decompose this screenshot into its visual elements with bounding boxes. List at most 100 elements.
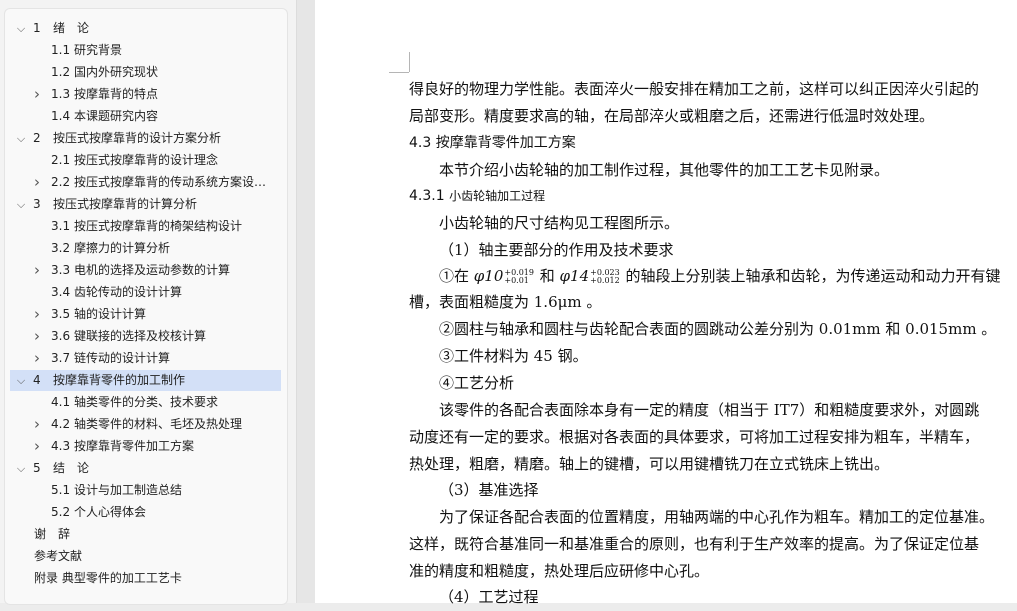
outline-item[interactable]: ⌵ 3 按压式按摩靠背的计算分析 [10, 194, 281, 215]
outline-item[interactable]: 3.1 按压式按摩靠背的椅架结构设计 [10, 216, 281, 237]
paragraph-line: 这样，既符合基准同一和基准重合的原则，也有利于生产效率的提高。为了保证定位基 [409, 535, 980, 553]
paragraph-line: （4）工艺过程 [439, 588, 539, 606]
crop-mark-horizontal [389, 72, 409, 73]
subsection-number: 4.3.1 [409, 188, 450, 204]
paragraph-line: 槽，表面粗糙度为 1.6μm 。 [409, 293, 602, 311]
chevron-right-icon[interactable]: › [30, 436, 44, 457]
paragraph-line: ③工件材料为 45 钢。 [439, 347, 588, 365]
outline-item-number: 1.2 [51, 65, 71, 79]
outline-item-title: 设计与加工制造总结 [74, 483, 183, 497]
outline-item-number: 1 [33, 21, 41, 35]
chevron-down-icon[interactable]: ⌵ [14, 370, 28, 391]
navigation-pane: ⌵ 1 绪 论 1.1 研究背景 1.2 国内外研究现状 › 1.3 按摩靠背的特点 1.4 本课题研… [0, 0, 296, 605]
paragraph-line: 该零件的各配合表面除本身有一定的精度（相当于 IT7）和粗糙度要求外，对圆跳 [439, 401, 980, 419]
outline-item-number: 4.3 [51, 439, 71, 453]
outline-item-number: 2 [33, 131, 41, 145]
chevron-down-icon[interactable]: ⌵ [14, 128, 28, 149]
symbol-phi14: φ14 [559, 267, 590, 285]
chevron-right-icon[interactable]: › [30, 172, 44, 193]
outline-item-title: 国内外研究现状 [74, 65, 159, 79]
document-page: 得良好的物理力学性能。表面淬火一般安排在精加工之前，这样可以纠正因淬火引起的 局… [315, 0, 1017, 606]
outline-item-number: 3.4 [51, 285, 71, 299]
outline-item[interactable]: › 3.5 轴的设计计算 [10, 304, 281, 325]
subsection-title: 小齿轮轴加工过程 [449, 189, 546, 203]
paragraph-line: 热处理，粗磨，精磨。轴上的键槽，可以用键槽铣刀在立式铣床上铣出。 [409, 455, 890, 473]
outline-item-number: 3.2 [51, 241, 71, 255]
outline-item[interactable]: ⌵ 4 按摩靠背零件的加工制作 [10, 370, 281, 391]
outline-item[interactable]: 谢 辞 [10, 524, 281, 545]
chevron-right-icon[interactable]: › [30, 304, 44, 325]
outline-item[interactable]: ⌵ 1 绪 论 [10, 18, 281, 39]
tolerance-lower: +0.01 [504, 276, 529, 285]
outline-item[interactable]: ⌵ 2 按压式按摩靠背的设计方案分析 [10, 128, 281, 149]
outline-item[interactable]: 5.1 设计与加工制造总结 [10, 480, 281, 501]
subsection-heading-4-3-1: 4.3.1 小齿轮轴加工过程 [409, 183, 545, 210]
paragraph-line: （3）基准选择 [439, 481, 539, 499]
tolerance-lower: +0.012 [590, 276, 620, 285]
outline-item-title: 轴的设计计算 [74, 307, 147, 321]
outline-item[interactable]: ⌵ 5 结 论 [10, 458, 281, 479]
outline-item-number: 1.3 [51, 87, 71, 101]
text-run: ①在 [439, 267, 474, 285]
outline-item[interactable]: › 4.3 按摩靠背零件加工方案 [10, 436, 281, 457]
outline-item-title: 键联接的选择及校核计算 [74, 329, 207, 343]
outline-item-number: 2.1 [51, 153, 71, 167]
outline-item[interactable]: › 1.3 按摩靠背的特点 [10, 84, 281, 105]
outline-item[interactable]: 3.2 摩擦力的计算分析 [10, 238, 281, 259]
outline-item[interactable]: › 3.6 键联接的选择及校核计算 [10, 326, 281, 347]
outline-item-number: 5.2 [51, 505, 71, 519]
chevron-down-icon[interactable]: ⌵ [14, 458, 28, 479]
outline-item[interactable]: › 3.7 链传动的设计计算 [10, 348, 281, 369]
outline-item[interactable]: › 4.2 轴类零件的材料、毛坯及热处理 [10, 414, 281, 435]
outline-item-title: 齿轮传动的设计计算 [74, 285, 183, 299]
paragraph-line: ④工艺分析 [439, 374, 515, 392]
pane-splitter[interactable] [296, 0, 315, 603]
chevron-down-icon[interactable]: ⌵ [14, 194, 28, 215]
outline-item-number: 3.5 [51, 307, 71, 321]
outline-item-title: 按压式按摩靠背的传动系统方案设… [74, 175, 267, 189]
outline-item[interactable]: 附录 典型零件的加工工艺卡 [10, 568, 281, 589]
outline-item[interactable]: 参考文献 [10, 546, 281, 567]
paragraph-line: 得良好的物理力学性能。表面淬火一般安排在精加工之前，这样可以纠正因淬火引起的 [409, 80, 980, 98]
outline-item-number: 5.1 [51, 483, 71, 497]
outline-item-title: 按摩靠背零件的加工制作 [53, 373, 186, 387]
outline-item[interactable]: 1.1 研究背景 [10, 40, 281, 61]
outline-item-number: 3.1 [51, 219, 71, 233]
chevron-right-icon[interactable]: › [30, 348, 44, 369]
outline-item-title: 按摩靠背零件加工方案 [74, 439, 195, 453]
outline-item-number: 3.3 [51, 263, 71, 277]
chevron-right-icon[interactable]: › [30, 414, 44, 435]
outline-item[interactable]: 1.4 本课题研究内容 [10, 106, 281, 127]
outline-item-title: 附录 典型零件的加工工艺卡 [34, 571, 182, 585]
chevron-right-icon[interactable]: › [30, 326, 44, 347]
chevron-right-icon[interactable]: › [30, 260, 44, 281]
chevron-down-icon[interactable]: ⌵ [14, 18, 28, 39]
outline-item-number: 4 [33, 373, 41, 387]
outline-item[interactable]: 4.1 轴类零件的分类、技术要求 [10, 392, 281, 413]
outline-item-title: 个人心得体会 [74, 505, 147, 519]
outline-item-number: 4.2 [51, 417, 71, 431]
outline-item[interactable]: › 3.3 电机的选择及运动参数的计算 [10, 260, 281, 281]
outline-item-title: 链传动的设计计算 [74, 351, 171, 365]
outline-item-number: 1.4 [51, 109, 71, 123]
paragraph-line: （1）轴主要部分的作用及技术要求 [439, 241, 674, 259]
tolerance-phi14: +0.023 +0.012 [590, 269, 620, 285]
outline-item[interactable]: 2.1 按压式按摩靠背的设计理念 [10, 150, 281, 171]
outline-item-title: 本课题研究内容 [74, 109, 159, 123]
outline-item[interactable]: 1.2 国内外研究现状 [10, 62, 281, 83]
symbol-phi10: φ10 [473, 267, 504, 285]
paragraph-line-formula: ①在 φ10+0.019 +0.01 和 φ14+0.023 +0.012 的轴段上… [439, 263, 1001, 290]
outline-item-title: 摩擦力的计算分析 [74, 241, 171, 255]
chevron-right-icon[interactable]: › [30, 84, 44, 105]
outline-item-number: 3.6 [51, 329, 71, 343]
paragraph-line: 准的精度和粗糙度，热处理后应研修中心孔。 [409, 562, 710, 580]
outline-item-title: 按压式按摩靠背的设计理念 [74, 153, 219, 167]
paragraph-line: 小齿轮轴的尺寸结构见工程图所示。 [439, 214, 680, 232]
outline-item[interactable]: 3.4 齿轮传动的设计计算 [10, 282, 281, 303]
outline-item[interactable]: › 2.2 按压式按摩靠背的传动系统方案设… [10, 172, 281, 193]
outline-item-title: 轴类零件的分类、技术要求 [74, 395, 219, 409]
text-run: 和 [534, 267, 560, 285]
outline-item[interactable]: 5.2 个人心得体会 [10, 502, 281, 523]
outline-item-title: 按摩靠背的特点 [74, 87, 159, 101]
tolerance-phi10: +0.019 +0.01 [504, 269, 534, 285]
